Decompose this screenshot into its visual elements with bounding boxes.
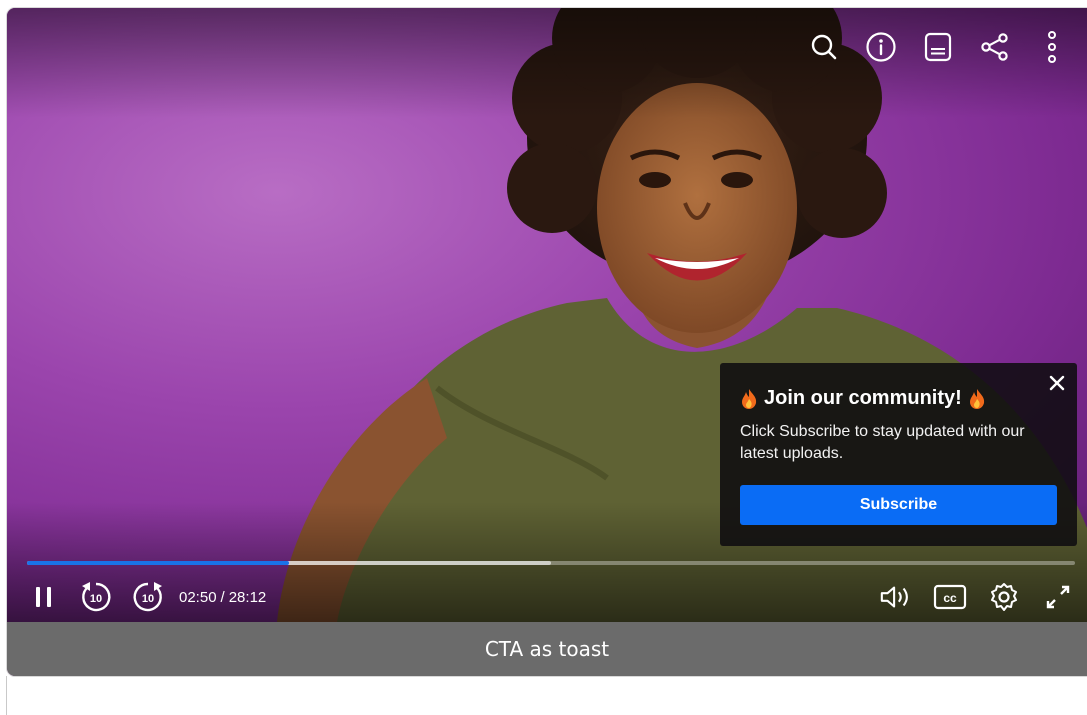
caption-bar: CTA as toast [7, 622, 1087, 676]
search-icon[interactable] [807, 30, 841, 64]
duration: 28:12 [228, 588, 267, 606]
svg-text:10: 10 [142, 593, 154, 605]
progress-bar[interactable] [27, 561, 1075, 565]
forward-10-icon[interactable]: 10 [131, 580, 165, 614]
current-time: 02:50 [179, 588, 217, 606]
rewind-10-icon[interactable]: 10 [79, 580, 113, 614]
closed-captions-icon[interactable]: cc [933, 580, 967, 614]
video-player[interactable]: Join our community! Click Subscribe to s… [7, 8, 1087, 676]
fullscreen-icon[interactable] [1041, 580, 1075, 614]
toast-message: Click Subscribe to stay updated with our… [740, 423, 1025, 462]
subscribe-button[interactable]: Subscribe [740, 485, 1057, 525]
info-icon[interactable] [864, 30, 898, 64]
caption-text: CTA as toast [484, 637, 610, 661]
share-icon[interactable] [978, 30, 1012, 64]
bottom-toolbar: 10 10 02:50/28:12 cc [27, 580, 1075, 614]
pause-icon[interactable] [27, 580, 61, 614]
more-vertical-icon[interactable] [1035, 30, 1069, 64]
svg-text:10: 10 [90, 593, 102, 605]
toast-title-text: Join our community! [764, 387, 962, 409]
progress-played [27, 561, 289, 565]
flame-icon [742, 388, 757, 409]
svg-text:cc: cc [943, 591, 957, 605]
close-icon[interactable] [1045, 371, 1069, 395]
settings-icon[interactable] [987, 580, 1021, 614]
flame-icon [969, 388, 984, 409]
time-display: 02:50/28:12 [179, 589, 266, 606]
page-edge-line [6, 676, 7, 715]
top-toolbar [807, 30, 1069, 64]
cta-toast: Join our community! Click Subscribe to s… [720, 363, 1077, 546]
transcript-icon[interactable] [921, 30, 955, 64]
time-separator: / [220, 588, 225, 606]
toast-title: Join our community! [740, 387, 986, 410]
video-frame[interactable]: Join our community! Click Subscribe to s… [7, 8, 1087, 622]
volume-icon[interactable] [879, 580, 913, 614]
